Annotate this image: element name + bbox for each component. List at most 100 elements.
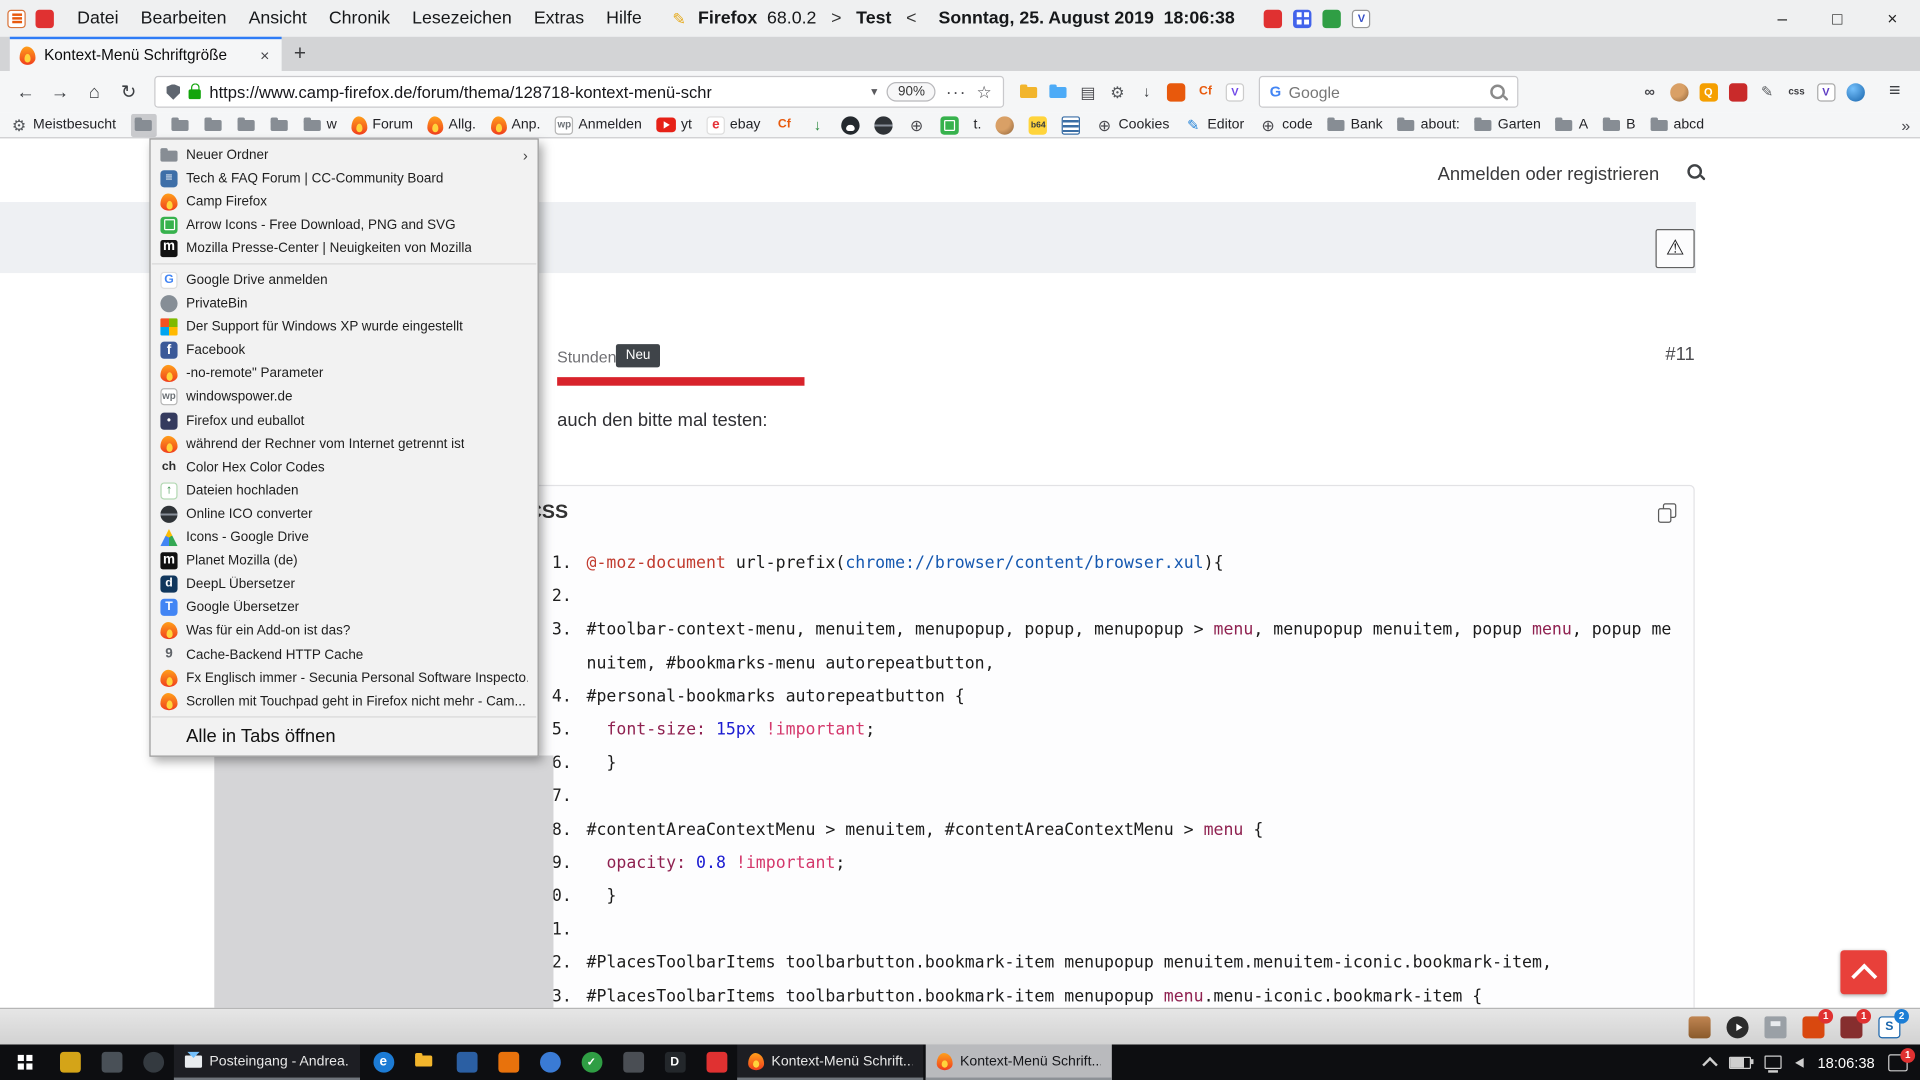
lock-icon[interactable] [189, 89, 201, 99]
orange-box-icon[interactable] [1167, 83, 1185, 101]
menubar-item-ansicht[interactable]: Ansicht [238, 9, 318, 29]
pinned-dark-app-1-button[interactable] [91, 1044, 133, 1080]
url-dropdown-icon[interactable]: ▾ [871, 85, 877, 98]
d-app-button[interactable] [654, 1044, 696, 1080]
tab-active[interactable]: Kontext-Menü Schriftgröße × [10, 37, 282, 71]
css-badge-icon[interactable] [1787, 83, 1805, 101]
url-bar[interactable]: https://www.camp-firefox.de/forum/thema/… [154, 76, 1004, 108]
gear-icon[interactable] [1108, 83, 1126, 101]
cf-icon[interactable] [1196, 83, 1214, 101]
app-dark-badge-button[interactable]: 1 [1840, 1016, 1862, 1038]
tracking-shield-icon[interactable] [167, 84, 180, 100]
menu-item[interactable]: Camp Firefox [151, 190, 538, 213]
bookmark-b[interactable]: B [1603, 116, 1636, 134]
bookmark-globe-dark[interactable] [874, 116, 892, 134]
folder-yellow-icon[interactable] [1020, 83, 1038, 101]
menu-item[interactable]: während der Rechner vom Internet getrenn… [151, 432, 538, 455]
bookmark-meistbesucht[interactable]: Meistbesucht [10, 116, 116, 134]
bookmark-code[interactable]: code [1259, 116, 1313, 134]
taskbar-task[interactable]: Posteingang - Andrea... [174, 1044, 360, 1080]
menu-item[interactable]: Mozilla Presse-Center | Neuigkeiten von … [151, 237, 538, 260]
url-text[interactable]: https://www.camp-firefox.de/forum/thema/… [209, 83, 712, 101]
search-bar[interactable]: G Google [1259, 76, 1519, 108]
bookmark-garten[interactable]: Garten [1475, 116, 1541, 134]
battery-icon[interactable] [1729, 1056, 1751, 1068]
search-input[interactable]: Google [1289, 83, 1482, 101]
bookmark-yt[interactable]: yt [657, 118, 692, 133]
menu-item[interactable]: Icons - Google Drive [151, 526, 538, 549]
network-icon[interactable] [1765, 1056, 1782, 1069]
page-search-icon[interactable] [1686, 163, 1704, 181]
taskbar-clock[interactable]: 18:06:38 [1817, 1054, 1874, 1071]
menu-item[interactable]: Online ICO converter [151, 503, 538, 526]
tab-close-button[interactable]: × [258, 46, 272, 64]
red-box-icon[interactable] [1729, 83, 1747, 101]
maximize-button[interactable]: □ [1810, 0, 1865, 37]
action-center-button[interactable]: 1 [1888, 1054, 1908, 1071]
pinned-yellow-app-button[interactable] [49, 1044, 91, 1080]
globe-blue-icon[interactable] [1846, 83, 1864, 101]
edge-button[interactable] [362, 1044, 404, 1080]
menu-item[interactable]: Google Übersetzer [151, 596, 538, 619]
bookmark-table-blue[interactable] [1062, 116, 1080, 134]
folder-blue-icon[interactable] [1049, 83, 1067, 101]
new-tab-button[interactable]: + [282, 37, 319, 71]
bookmark-about:[interactable]: about: [1397, 116, 1459, 134]
v-purple-icon[interactable] [1226, 83, 1244, 101]
menu-item[interactable]: windowspower.de [151, 386, 538, 409]
login-link[interactable]: Anmelden oder registrieren [1438, 164, 1660, 185]
volume-icon[interactable] [1795, 1057, 1804, 1067]
menubar-item-lesezeichen[interactable]: Lesezeichen [401, 9, 523, 29]
play-circle-button[interactable] [1727, 1016, 1749, 1038]
menu-item[interactable]: DeepL Übersetzer [151, 573, 538, 596]
blue-app-button[interactable] [529, 1044, 571, 1080]
menu-item[interactable]: Planet Mozilla (de) [151, 549, 538, 572]
explorer-button[interactable] [404, 1044, 446, 1080]
bookmark-anp.[interactable]: Anp. [491, 116, 541, 134]
app-red-badge-button[interactable]: 1 [1802, 1016, 1824, 1038]
menu-item[interactable]: Tech & FAQ Forum | CC-Community Board [151, 167, 538, 190]
start-button[interactable] [0, 1044, 49, 1080]
media-blue-button[interactable] [446, 1044, 488, 1080]
dark-app-button[interactable] [612, 1044, 654, 1080]
bookmark-star-button[interactable]: ☆ [976, 81, 991, 102]
v-badge-icon[interactable] [1817, 83, 1835, 101]
s-app-button[interactable]: 2 [1878, 1016, 1900, 1038]
bookmark-allg.[interactable]: Allg. [428, 116, 476, 134]
bookmark-globe[interactable] [907, 116, 925, 134]
bookmark-bank[interactable]: Bank [1327, 116, 1382, 134]
menu-item[interactable]: Scrollen mit Touchpad geht in Firefox ni… [151, 690, 538, 713]
bookmark-download-green[interactable] [808, 116, 826, 134]
menu-item[interactable]: Neuer Ordner› [151, 143, 538, 166]
bookmark-folder[interactable] [131, 113, 157, 136]
taskbar-task[interactable]: Kontext-Menü Schrift... [737, 1044, 923, 1080]
reload-button[interactable]: ↻ [113, 76, 145, 108]
pencil-icon[interactable] [1758, 83, 1776, 101]
menubar-item-datei[interactable]: Datei [66, 9, 130, 29]
bookmark-w[interactable]: w [303, 116, 336, 134]
bookmark-cookies[interactable]: Cookies [1095, 116, 1169, 134]
bookmark-github[interactable] [841, 116, 859, 134]
menu-item[interactable]: Google Drive anmelden [151, 269, 538, 292]
download-icon[interactable] [1138, 83, 1156, 101]
menu-item[interactable]: -no-remote" Parameter [151, 362, 538, 385]
brush-button[interactable] [1689, 1016, 1711, 1038]
post-number[interactable]: #11 [1665, 344, 1694, 365]
menu-item[interactable]: Facebook [151, 339, 538, 362]
bookmark-paw[interactable] [996, 116, 1014, 134]
menubar-item-hilfe[interactable]: Hilfe [595, 9, 653, 29]
bookmark-b64[interactable] [1029, 116, 1047, 134]
menu-item[interactable]: Color Hex Color Codes [151, 456, 538, 479]
taskbar-task[interactable]: Kontext-Menü Schrift... [926, 1044, 1112, 1080]
link-icon[interactable] [1640, 83, 1658, 101]
bookmark-green-grid[interactable] [940, 116, 958, 134]
menu-item[interactable]: Firefox und euballot [151, 409, 538, 432]
menu-item[interactable]: Was für ein Add-on ist das? [151, 619, 538, 642]
orange-app-button[interactable] [487, 1044, 529, 1080]
red-app-button[interactable] [696, 1044, 738, 1080]
paw-icon[interactable] [1670, 83, 1688, 101]
bookmark-t.[interactable]: t. [974, 118, 982, 133]
menu-item[interactable]: PrivateBin [151, 292, 538, 315]
pinned-dark-app-2-button[interactable] [132, 1044, 174, 1080]
back-button[interactable]: ← [10, 76, 42, 108]
